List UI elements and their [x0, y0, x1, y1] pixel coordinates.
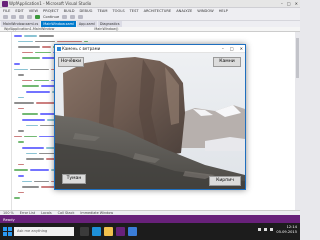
code-token [22, 51, 33, 54]
code-token [22, 180, 32, 183]
code-token [14, 135, 22, 138]
back-icon[interactable] [3, 15, 8, 19]
code-token [18, 175, 24, 177]
code-token [26, 91, 50, 93]
code-token [14, 68, 28, 71]
code-token [22, 79, 32, 82]
mountain-photo [55, 53, 245, 189]
code-token [18, 40, 33, 43]
code-token [18, 141, 24, 143]
code-token [14, 102, 34, 104]
code-token [18, 107, 24, 110]
visual-studio-logo-icon [2, 1, 8, 7]
app-title-bar[interactable]: Камень с ветрами – □ ✕ [55, 45, 245, 53]
pause-icon[interactable] [62, 15, 68, 19]
restart-icon[interactable] [78, 15, 84, 19]
code-token [22, 119, 45, 121]
ide-window-controls: – □ ✕ [281, 1, 298, 6]
code-token [34, 180, 49, 183]
running-app-task-icon[interactable] [128, 227, 137, 236]
code-token [39, 152, 55, 155]
minimize-icon[interactable]: – [281, 1, 283, 6]
app-window-icon [57, 47, 61, 51]
code-token [30, 169, 49, 171]
code-token [14, 169, 28, 171]
code-token [26, 158, 44, 160]
status-text: Ready [3, 216, 15, 222]
tuman-button[interactable]: Туман [62, 174, 86, 184]
code-token [26, 124, 38, 127]
code-token [18, 130, 24, 132]
code-token [35, 40, 55, 43]
type-dropdown[interactable]: WpfApplication1.MainWindow [4, 27, 54, 31]
member-dropdown[interactable]: MainWindow() [94, 27, 118, 31]
kirpich-button[interactable]: Кирпич [209, 176, 241, 186]
edge-browser-icon[interactable] [92, 227, 101, 236]
code-token [42, 46, 51, 48]
ide-toolbar: Continue [0, 14, 300, 21]
code-token [39, 35, 54, 37]
task-view-icon[interactable] [80, 227, 89, 236]
app-minimize-icon[interactable]: – [222, 45, 224, 53]
start-debug-icon[interactable] [35, 15, 40, 19]
ide-title: WpfApplication1 - Microsoft Visual Studi… [9, 1, 92, 6]
windows-taskbar: Ask me anything 12:14 05.09.2015 [0, 223, 300, 240]
forward-icon[interactable] [11, 15, 16, 19]
maximize-icon[interactable]: □ [287, 1, 291, 6]
code-token [34, 79, 49, 82]
ide-title-bar: WpfApplication1 - Microsoft Visual Studi… [0, 0, 300, 8]
volume-icon[interactable] [264, 228, 267, 231]
scrollbar-thumb[interactable] [296, 38, 299, 78]
visual-studio-task-icon[interactable] [116, 227, 125, 236]
kamni-button[interactable]: Камни [213, 57, 241, 67]
continue-button[interactable]: Continue [43, 15, 59, 19]
code-token [22, 147, 44, 149]
save-icon[interactable] [19, 15, 24, 19]
ide-status-bar: Ready [0, 215, 300, 223]
code-token [18, 96, 24, 99]
code-token [35, 51, 51, 54]
code-token [18, 46, 40, 48]
code-token [30, 68, 49, 71]
clock-date: 05.09.2015 [276, 230, 297, 234]
app-window-title: Камень с ветрами [62, 46, 101, 51]
code-token [57, 40, 82, 43]
close-icon[interactable]: ✕ [295, 1, 298, 6]
file-explorer-icon[interactable] [104, 227, 113, 236]
taskbar-search-box[interactable]: Ask me anything [14, 227, 74, 236]
windows-start-icon[interactable] [3, 227, 12, 236]
code-token [22, 113, 38, 115]
network-icon[interactable] [258, 228, 261, 231]
code-token [22, 57, 40, 59]
app-window-controls: – □ ✕ [222, 45, 243, 53]
code-token [84, 40, 88, 43]
editor-vertical-scrollbar[interactable] [295, 32, 300, 210]
nochevki-button[interactable]: Ночёвки [58, 57, 84, 67]
code-token [14, 197, 20, 199]
undo-icon[interactable] [27, 15, 32, 19]
language-icon[interactable] [270, 228, 273, 231]
code-token [24, 35, 37, 37]
code-token [26, 152, 37, 155]
code-token [14, 63, 20, 65]
app-maximize-icon[interactable]: □ [230, 45, 234, 53]
code-token [18, 163, 24, 166]
code-token [24, 135, 37, 138]
app-window[interactable]: Камень с ветрами – □ ✕ Ночёвки Камни Тум… [54, 44, 246, 190]
code-token [18, 74, 24, 76]
stop-icon[interactable] [70, 15, 76, 19]
system-tray-icons [258, 228, 273, 231]
code-token [14, 35, 22, 37]
code-token [22, 186, 39, 188]
line-number-gutter [0, 32, 12, 210]
code-token [18, 191, 24, 194]
app-close-icon[interactable]: ✕ [240, 45, 243, 53]
code-token [22, 85, 39, 87]
taskbar-clock[interactable]: 12:14 05.09.2015 [276, 225, 297, 235]
